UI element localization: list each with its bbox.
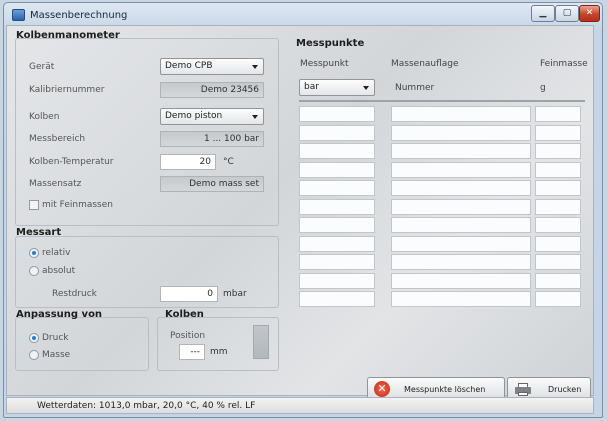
messart-title: Messart <box>16 227 62 238</box>
restdruck-label: Restdruck <box>52 289 97 299</box>
massenauflage-cell[interactable] <box>391 198 531 215</box>
messpunkte-title: Messpunkte <box>296 38 365 49</box>
feinmasse-cell[interactable] <box>535 217 581 233</box>
feinmasse-cell[interactable] <box>535 161 581 178</box>
feinmasse-cell[interactable] <box>535 106 581 122</box>
delete-points-label: Messpunkte löschen <box>404 385 486 394</box>
relativ-radio[interactable] <box>29 248 39 258</box>
feinmasse-cell[interactable] <box>535 291 581 307</box>
kolben-group-title: Kolben <box>165 309 204 320</box>
messpunkt-cell[interactable] <box>299 291 375 307</box>
header-divider <box>299 100 585 102</box>
massenauflage-cell[interactable] <box>391 143 531 159</box>
feinmassen-label: mit Feinmassen <box>42 200 113 210</box>
restdruck-unit: mbar <box>223 289 247 299</box>
kolben-label: Kolben <box>29 112 60 122</box>
massenauflage-cell[interactable] <box>391 217 531 233</box>
messpunkt-cell[interactable] <box>299 180 375 196</box>
messpunkt-cell[interactable] <box>299 143 375 159</box>
kolbenmanometer-title: Kolbenmanometer <box>16 30 120 41</box>
feinmasse-cell[interactable] <box>535 254 581 270</box>
close-button[interactable]: ✕ <box>579 5 600 22</box>
messbereich-field: 1 ... 100 bar <box>160 131 264 147</box>
kolben-select[interactable]: Demo piston <box>160 108 264 125</box>
massensatz-field: Demo mass set <box>160 176 264 192</box>
geraet-value: Demo CPB <box>165 61 213 71</box>
masse-label: Masse <box>42 350 71 360</box>
messpunkt-cell[interactable] <box>299 106 375 122</box>
relativ-label: relativ <box>42 248 71 258</box>
massenauflage-cell[interactable] <box>391 106 531 122</box>
position-input[interactable]: --- <box>179 344 205 360</box>
messpunkt-cell[interactable] <box>299 235 375 252</box>
geraet-select[interactable]: Demo CPB <box>160 58 264 75</box>
feinmassen-checkbox[interactable] <box>29 200 39 210</box>
client-area: Kolbenmanometer Gerät Demo CPB Kalibrier… <box>6 25 594 401</box>
unit-value: bar <box>304 82 319 92</box>
messpunkt-cell[interactable] <box>299 272 375 289</box>
kalibriernummer-label: Kalibriernummer <box>29 85 105 95</box>
massenauflage-cell[interactable] <box>391 254 531 270</box>
massenauflage-cell[interactable] <box>391 235 531 252</box>
messpunkt-cell[interactable] <box>299 161 375 178</box>
maximize-button[interactable]: ▢ <box>555 5 579 22</box>
printer-icon <box>515 383 531 396</box>
temperatur-unit: °C <box>223 157 234 167</box>
geraet-label: Gerät <box>29 62 55 72</box>
window-title: Massenberechnung <box>30 10 128 21</box>
status-text: Wetterdaten: 1013,0 mbar, 20,0 °C, 40 % … <box>37 401 256 411</box>
chevron-down-icon <box>363 86 369 90</box>
druck-label: Druck <box>42 333 69 343</box>
kalibriernummer-field: Demo 23456 <box>160 82 264 98</box>
messpunkt-cell[interactable] <box>299 124 375 141</box>
feinmasse-cell[interactable] <box>535 235 581 252</box>
absolut-radio[interactable] <box>29 266 39 276</box>
messbereich-label: Messbereich <box>29 134 86 144</box>
restdruck-input[interactable]: 0 <box>160 286 218 302</box>
massenauflage-cell[interactable] <box>391 291 531 307</box>
feinmasse-cell[interactable] <box>535 198 581 215</box>
messpunkt-cell[interactable] <box>299 217 375 233</box>
masse-radio[interactable] <box>29 350 39 360</box>
position-unit: mm <box>210 347 228 357</box>
status-bar: Wetterdaten: 1013,0 mbar, 20,0 °C, 40 % … <box>6 397 594 414</box>
messpunkt-cell[interactable] <box>299 198 375 215</box>
sub-header-nummer: Nummer <box>395 83 435 93</box>
position-label: Position <box>170 331 206 341</box>
feinmasse-cell[interactable] <box>535 124 581 141</box>
massenauflage-cell[interactable] <box>391 272 531 289</box>
col-header-messpunkt: Messpunkt <box>300 59 349 69</box>
piston-indicator <box>253 325 269 359</box>
print-label: Drucken <box>548 385 582 394</box>
massenauflage-cell[interactable] <box>391 124 531 141</box>
kolben-value: Demo piston <box>165 111 223 121</box>
temperatur-label: Kolben-Temperatur <box>29 157 114 167</box>
massensatz-label: Massensatz <box>29 179 82 189</box>
feinmasse-cell[interactable] <box>535 272 581 289</box>
massenauflage-cell[interactable] <box>391 180 531 196</box>
col-header-massenauflage: Massenauflage <box>391 59 459 69</box>
chevron-down-icon <box>252 115 258 119</box>
app-icon <box>12 9 25 21</box>
feinmasse-cell[interactable] <box>535 180 581 196</box>
massenauflage-cell[interactable] <box>391 161 531 178</box>
title-bar: Massenberechnung ▁ ▢ ✕ <box>4 3 602 27</box>
messpunkt-cell[interactable] <box>299 254 375 270</box>
druck-radio[interactable] <box>29 333 39 343</box>
delete-icon: ✕ <box>374 381 390 397</box>
temperatur-input[interactable]: 20 <box>160 154 216 170</box>
sub-header-unit: g <box>540 83 546 93</box>
absolut-label: absolut <box>42 266 76 276</box>
col-header-feinmasse: Feinmasse <box>540 59 588 69</box>
minimize-button[interactable]: ▁ <box>531 5 555 22</box>
anpassung-group <box>15 317 149 371</box>
unit-select[interactable]: bar <box>299 79 375 96</box>
chevron-down-icon <box>252 65 258 69</box>
feinmasse-cell[interactable] <box>535 143 581 159</box>
anpassung-title: Anpassung von <box>16 309 103 320</box>
